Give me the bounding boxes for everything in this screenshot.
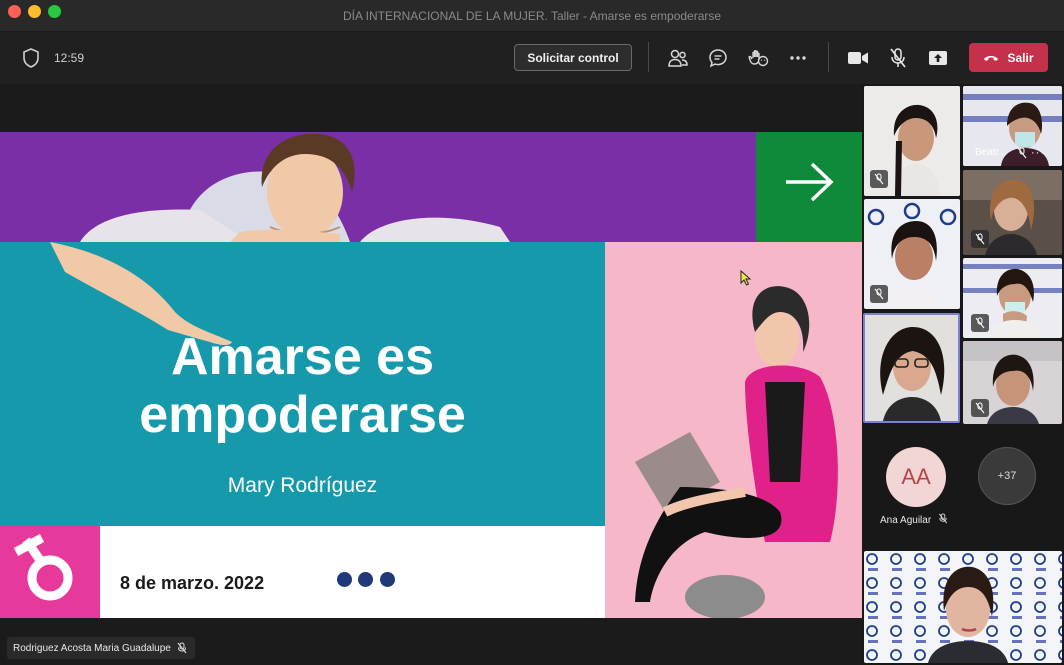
slide-title-line1: Amarse es bbox=[170, 328, 435, 386]
window-title: DÍA INTERNACIONAL DE LA MUJER. Taller - … bbox=[342, 9, 722, 23]
arrow-right-icon bbox=[786, 162, 834, 202]
more-icon[interactable] bbox=[786, 46, 810, 70]
slide-dot bbox=[380, 572, 395, 587]
slide-dot bbox=[358, 572, 373, 587]
share-icon[interactable] bbox=[926, 46, 950, 70]
participant-video-tile[interactable] bbox=[963, 258, 1062, 338]
participant-video-tile[interactable] bbox=[963, 170, 1062, 255]
participant-video-tile-speaking[interactable] bbox=[863, 313, 960, 423]
presenter-name-label: Rodriguez Acosta Maria Guadalupe bbox=[7, 637, 195, 659]
slide-footer-band bbox=[100, 526, 605, 618]
slide-pink-panel bbox=[605, 242, 862, 618]
toolbar-divider bbox=[648, 42, 649, 72]
reactions-icon[interactable] bbox=[746, 46, 770, 70]
self-view-tile[interactable] bbox=[864, 551, 1062, 663]
camera-icon[interactable] bbox=[846, 46, 870, 70]
slide-author: Mary Rodríguez bbox=[227, 474, 378, 497]
mic-muted-icon bbox=[177, 642, 187, 654]
slide-photo-woman-laptop bbox=[635, 286, 838, 618]
mic-muted-icon bbox=[1013, 144, 1031, 162]
mouse-cursor-icon bbox=[740, 270, 752, 286]
mic-muted-icon bbox=[971, 399, 989, 417]
participant-video-tile[interactable] bbox=[963, 341, 1062, 424]
meeting-timer: 12:59 bbox=[54, 51, 85, 65]
phone-icon bbox=[984, 55, 999, 61]
leave-label: Salir bbox=[1007, 50, 1034, 65]
shield-icon[interactable] bbox=[22, 48, 40, 68]
mic-muted-icon bbox=[971, 230, 989, 248]
mic-muted-icon[interactable] bbox=[886, 46, 910, 70]
slide-photo-woman-pointing bbox=[80, 133, 510, 242]
participant-name: Beatr... bbox=[975, 147, 1007, 158]
shared-screen-stage: Amarse es empoderarse Mary Rodríguez 8 d… bbox=[0, 84, 862, 665]
slide-magenta-block bbox=[0, 526, 100, 618]
mic-muted-icon bbox=[971, 314, 989, 332]
request-control-button[interactable]: Solicitar control bbox=[514, 44, 632, 71]
presentation-slide: Amarse es empoderarse Mary Rodríguez 8 d… bbox=[0, 132, 862, 618]
mic-muted-icon bbox=[870, 285, 888, 303]
slide-title-line2: empoderarse bbox=[139, 386, 466, 444]
more-participants-button[interactable]: +37 bbox=[978, 447, 1036, 505]
window-titlebar: DÍA INTERNACIONAL DE LA MUJER. Taller - … bbox=[0, 0, 1064, 32]
slide-title: Amarse es empoderarse bbox=[0, 328, 605, 444]
meeting-toolbar: 12:59 Solicitar control Salir bbox=[0, 32, 1064, 84]
female-symbol-icon bbox=[13, 534, 73, 601]
tile-more-icon[interactable]: ··· bbox=[1031, 147, 1045, 159]
mic-muted-icon bbox=[938, 513, 947, 524]
slide-green-block bbox=[756, 132, 862, 242]
self-video bbox=[864, 551, 1062, 663]
participant-video-tile[interactable] bbox=[864, 199, 960, 309]
slide-dot bbox=[337, 572, 352, 587]
toolbar-divider bbox=[828, 42, 829, 72]
people-icon[interactable] bbox=[666, 46, 690, 70]
leave-button[interactable]: Salir bbox=[969, 43, 1048, 72]
avatar[interactable]: AA bbox=[886, 447, 946, 507]
slide-purple-band bbox=[0, 132, 756, 242]
mic-muted-icon bbox=[870, 170, 888, 188]
participant-name: Ana Aguilar bbox=[880, 515, 932, 526]
participant-video-tile[interactable] bbox=[864, 86, 960, 196]
participant-video bbox=[865, 315, 958, 421]
chat-icon[interactable] bbox=[706, 46, 730, 70]
participant-name-row: Ana Aguilar bbox=[880, 513, 948, 526]
participant-video-tile[interactable]: Beatr... ··· bbox=[963, 86, 1062, 166]
presenter-name: Rodriguez Acosta Maria Guadalupe bbox=[13, 642, 171, 654]
slide-date: 8 de marzo. 2022 bbox=[120, 573, 265, 593]
